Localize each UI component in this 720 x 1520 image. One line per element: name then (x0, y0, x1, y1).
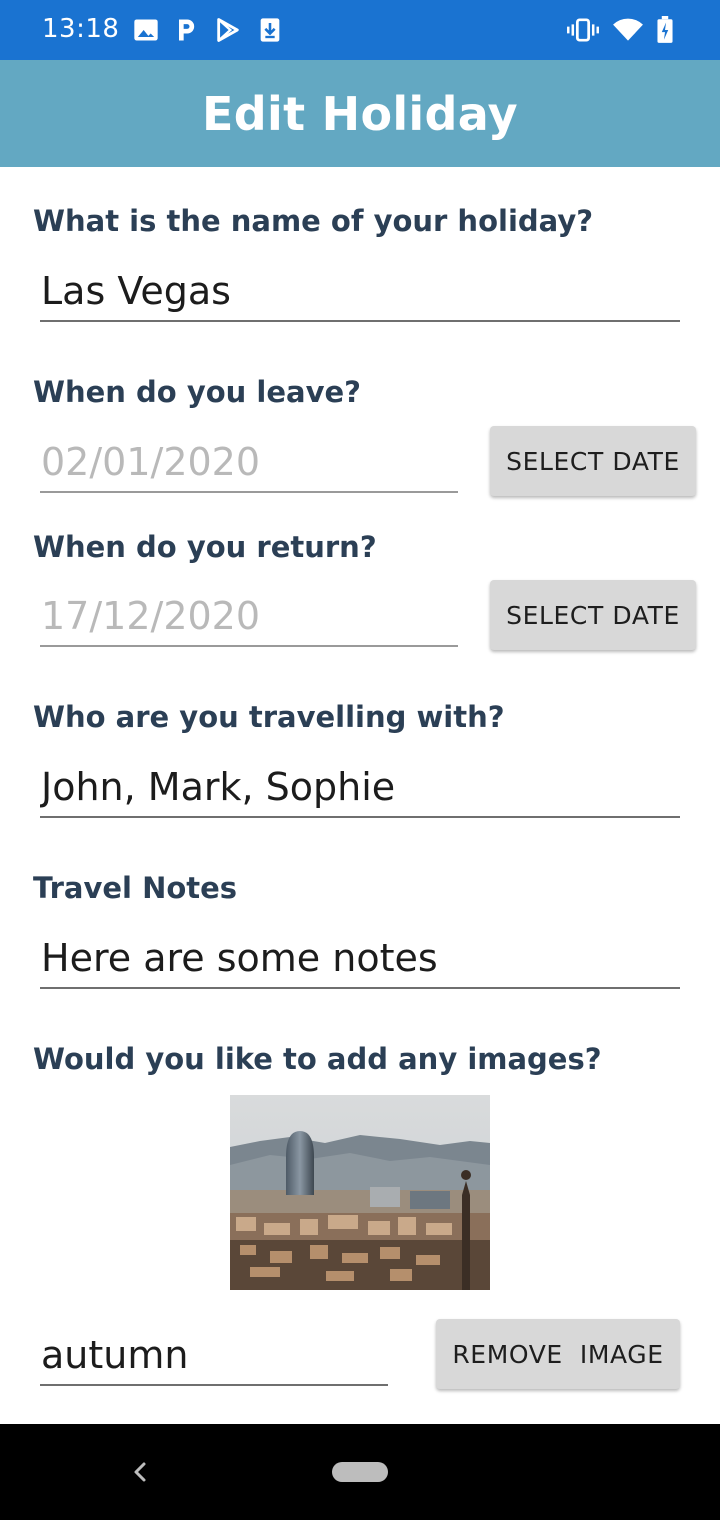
remove-image-button[interactable]: REMOVE IMAGE (436, 1319, 680, 1389)
status-bar: 13:18 (0, 0, 720, 60)
leave-date-label: When do you leave? (33, 375, 361, 409)
vibrate-icon (566, 16, 600, 44)
return-date-label: When do you return? (33, 530, 377, 564)
status-time: 13:18 (42, 14, 120, 44)
image-icon (132, 16, 160, 44)
holiday-name-input[interactable]: Las Vegas (40, 266, 680, 322)
holiday-name-label: What is the name of your holiday? (33, 204, 594, 238)
holiday-image[interactable] (230, 1095, 490, 1290)
leave-date-field[interactable]: 02/01/2020 (40, 437, 458, 493)
return-date-field[interactable]: 17/12/2020 (40, 591, 458, 647)
companions-label: Who are you travelling with? (33, 700, 505, 734)
select-return-date-button[interactable]: SELECT DATE (490, 580, 696, 650)
wifi-icon (612, 16, 644, 44)
download-icon (256, 16, 284, 44)
image-caption-input[interactable]: autumn (40, 1330, 388, 1386)
travel-notes-label: Travel Notes (33, 871, 238, 905)
play-store-icon (214, 16, 242, 44)
navigation-bar (0, 1424, 720, 1520)
select-leave-date-button[interactable]: SELECT DATE (490, 426, 696, 496)
p-icon (172, 16, 200, 44)
battery-icon (654, 16, 676, 44)
app-bar: Edit Holiday (0, 60, 720, 167)
companions-input[interactable]: John, Mark, Sophie (40, 762, 680, 818)
images-label: Would you like to add any images? (33, 1042, 602, 1076)
home-handle[interactable] (332, 1462, 388, 1482)
back-icon[interactable] (128, 1454, 150, 1490)
travel-notes-input[interactable]: Here are some notes (40, 933, 680, 989)
page-title: Edit Holiday (202, 86, 518, 141)
